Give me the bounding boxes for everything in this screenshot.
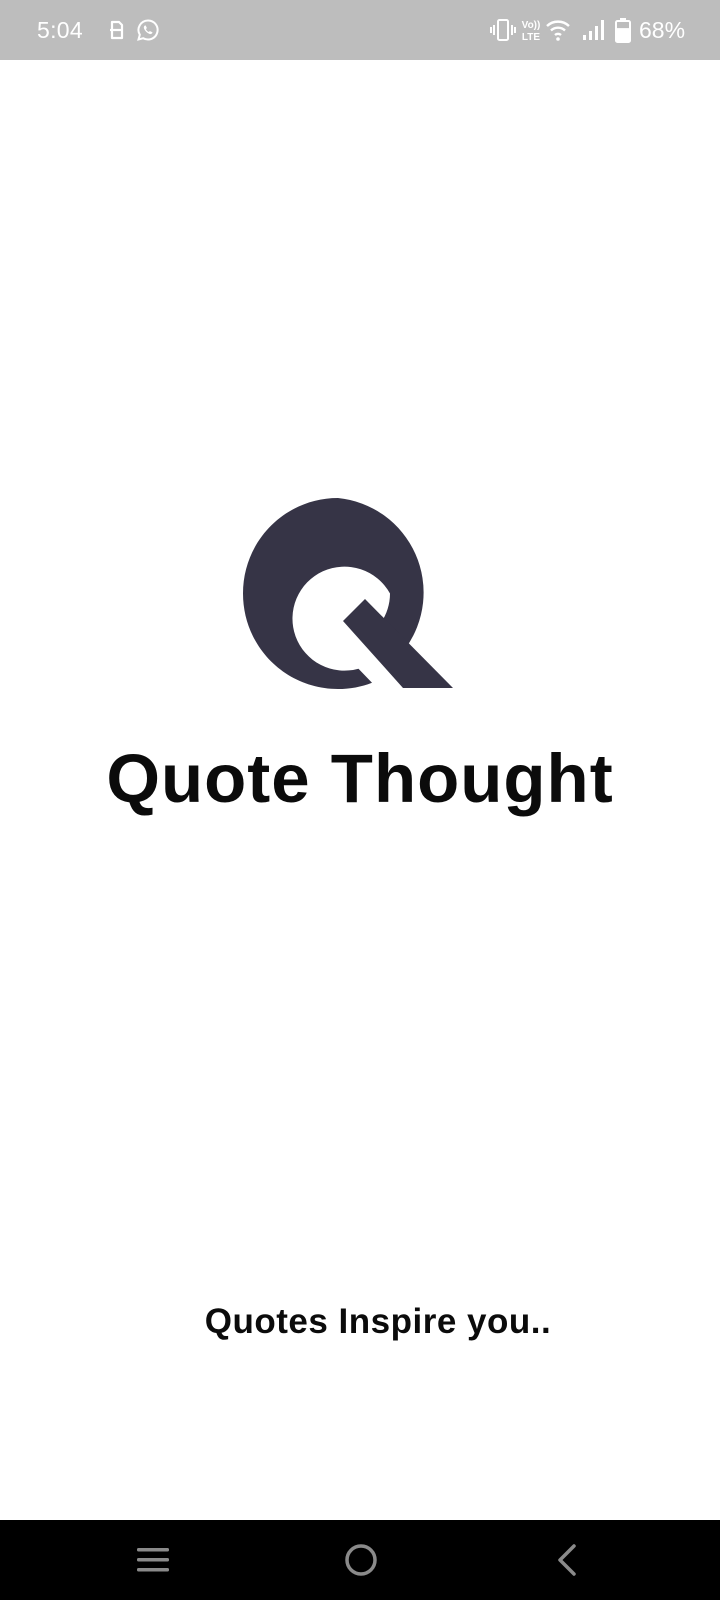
volte-bottom-text: LTE <box>522 32 540 43</box>
volte-icon: Vo)) LTE <box>522 20 541 43</box>
battery-fill <box>617 28 629 41</box>
status-time: 5:04 <box>37 17 83 43</box>
home-button[interactable] <box>301 1520 421 1600</box>
back-button[interactable] <box>507 1520 627 1600</box>
volte-top-text: Vo)) <box>522 20 541 31</box>
menu-button[interactable] <box>93 1520 213 1600</box>
navigation-bar <box>0 1520 720 1600</box>
wifi-icon <box>546 20 570 41</box>
home-icon <box>345 1544 377 1576</box>
sim-toolkit-icon <box>110 20 124 40</box>
menu-icon <box>137 1548 169 1572</box>
battery-icon <box>615 18 631 43</box>
back-icon <box>558 1544 576 1576</box>
q-logo-icon <box>243 498 453 689</box>
vibrate-icon <box>490 19 516 41</box>
tagline: Quotes Inspire you.. <box>204 1302 552 1341</box>
battery-percent: 68% <box>639 17 686 43</box>
signal-icon <box>583 20 604 40</box>
status-bar: 5:04 Vo)) LTE 68% <box>0 0 720 60</box>
whatsapp-icon <box>137 19 159 41</box>
app-title: Quote Thought <box>106 740 614 817</box>
